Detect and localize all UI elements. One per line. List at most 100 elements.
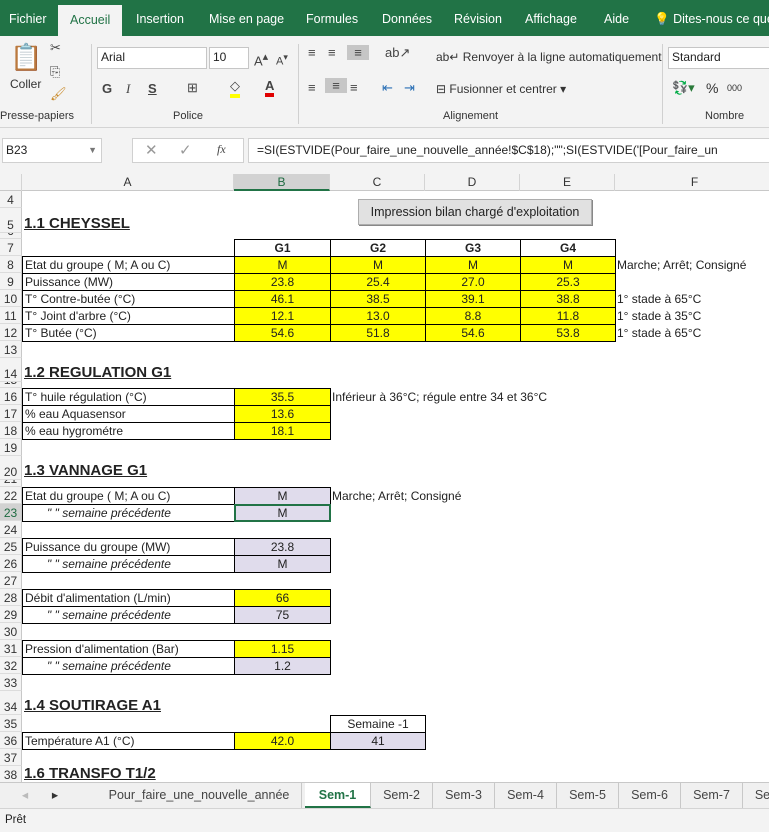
select-all-corner[interactable] [0,174,22,191]
cell-E10[interactable]: 38.8 [520,290,616,308]
cell-A32[interactable]: " " semaine précédente [22,657,235,675]
underline-button[interactable]: S [148,81,157,96]
wrap-text-button[interactable]: ab↵ Renvoyer à la ligne automatiquement [436,50,662,64]
tab-revision[interactable]: Révision [452,0,504,36]
cell-A17[interactable]: % eau Aquasensor [22,405,235,423]
cell-B10[interactable]: 46.1 [234,290,331,308]
row-header-23[interactable]: 23 [0,504,22,521]
row-header-29[interactable]: 29 [0,606,22,623]
cell-B7[interactable]: G1 [234,239,331,257]
increase-indent-icon[interactable]: ⇥ [404,80,415,96]
cell-D8[interactable]: M [425,256,521,274]
tab-donnees[interactable]: Données [380,0,434,36]
cell-A5[interactable]: 1.1 CHEYSSEL [22,208,352,234]
cell-E8[interactable]: M [520,256,616,274]
cell-D9[interactable]: 27.0 [425,273,521,291]
sheet-tab-sem-4[interactable]: Sem-4 [495,783,557,808]
cell-A38[interactable]: 1.6 TRANSFO T1/2 [22,765,352,782]
borders-icon[interactable]: ⊞ [187,80,198,96]
increase-font-icon[interactable]: A▴ [254,50,268,68]
cell-B31[interactable]: 1.15 [234,640,331,658]
cell-A18[interactable]: % eau hygrométre [22,422,235,440]
cell-C16[interactable]: Inférieur à 36°C; régule entre 34 et 36°… [330,388,630,406]
cell-C12[interactable]: 51.8 [330,324,426,342]
row-header-13[interactable]: 13 [0,341,22,358]
cell-C22[interactable]: Marche; Arrêt; Consigné [330,487,630,505]
cell-A36[interactable]: Température A1 (°C) [22,732,235,750]
sheet-tab-sem-7[interactable]: Sem-7 [681,783,743,808]
row-header-36[interactable]: 36 [0,732,22,749]
row-header-10[interactable]: 10 [0,290,22,307]
row-header-31[interactable]: 31 [0,640,22,657]
decrease-indent-icon[interactable]: ⇤ [382,80,393,96]
scroll-tabs-left-icon[interactable]: ◂ [10,783,40,808]
row-header-20[interactable]: 20 [0,456,22,480]
row-header-18[interactable]: 18 [0,422,22,439]
cell-F11[interactable]: 1° stade à 35°C [615,307,769,325]
tab-insertion[interactable]: Insertion [134,0,186,36]
cell-A34[interactable]: 1.4 SOUTIRAGE A1 [22,691,352,716]
row-header-25[interactable]: 25 [0,538,22,555]
row-header-34[interactable]: 34 [0,691,22,715]
font-size-select[interactable]: 10 [209,47,249,69]
row-header-5[interactable]: 5 [0,208,22,233]
cell-B18[interactable]: 18.1 [234,422,331,440]
row-header-30[interactable]: 30 [0,623,22,640]
cell-A14[interactable]: 1.2 REGULATION G1 [22,358,352,383]
tab-affichage[interactable]: Affichage [523,0,579,36]
row-header-37[interactable]: 37 [0,749,22,766]
cell-A16[interactable]: T° huile régulation (°C) [22,388,235,406]
align-left-icon[interactable]: ≡ [308,80,316,95]
cell-B22[interactable]: M [234,487,331,505]
cancel-icon[interactable]: ✕ [145,141,158,159]
row-header-4[interactable]: 4 [0,191,22,208]
align-bottom-icon[interactable]: ≡ [347,45,369,60]
cell-B26[interactable]: M [234,555,331,573]
row-header-24[interactable]: 24 [0,521,22,538]
cell-B28[interactable]: 66 [234,589,331,607]
cell-B23[interactable]: M [234,504,331,522]
font-name-select[interactable]: Arial [97,47,207,69]
cell-A11[interactable]: T° Joint d'arbre (°C) [22,307,235,325]
cell-A31[interactable]: Pression d'alimentation (Bar) [22,640,235,658]
column-header-D[interactable]: D [425,174,520,191]
row-header-27[interactable]: 27 [0,572,22,589]
decrease-font-icon[interactable]: A▾ [276,52,288,68]
cell-A8[interactable]: Etat du groupe ( M; A ou C) [22,256,235,274]
cell-B36[interactable]: 42.0 [234,732,331,750]
cell-B17[interactable]: 13.6 [234,405,331,423]
row-header-28[interactable]: 28 [0,589,22,606]
cell-B12[interactable]: 54.6 [234,324,331,342]
row-header-26[interactable]: 26 [0,555,22,572]
cell-A29[interactable]: " " semaine précédente [22,606,235,624]
tab-formules[interactable]: Formules [304,0,360,36]
row-header-32[interactable]: 32 [0,657,22,674]
cell-F12[interactable]: 1° stade à 65°C [615,324,769,342]
paste-button[interactable]: Coller [10,77,41,91]
column-header-A[interactable]: A [22,174,234,191]
row-header-21[interactable]: 21 [0,480,22,487]
cell-D12[interactable]: 54.6 [425,324,521,342]
scroll-tabs-right-icon[interactable]: ▸ [40,783,70,808]
thousands-button[interactable]: 000 [727,83,742,93]
cell-A10[interactable]: T° Contre-butée (°C) [22,290,235,308]
cell-B25[interactable]: 23.8 [234,538,331,556]
align-middle-icon[interactable]: ≡ [328,45,336,60]
tab-fichier[interactable]: Fichier [7,0,49,36]
row-header-22[interactable]: 22 [0,487,22,504]
percent-button[interactable]: % [706,80,718,96]
cell-E9[interactable]: 25.3 [520,273,616,291]
cell-B32[interactable]: 1.2 [234,657,331,675]
row-header-33[interactable]: 33 [0,674,22,691]
row-header-11[interactable]: 11 [0,307,22,324]
cell-D11[interactable]: 8.8 [425,307,521,325]
copy-icon[interactable]: ⎘ [50,64,60,80]
cell-F8[interactable]: Marche; Arrêt; Consigné [615,256,769,274]
italic-button[interactable]: I [126,81,130,97]
cell-E12[interactable]: 53.8 [520,324,616,342]
cell-B9[interactable]: 23.8 [234,273,331,291]
sheet-tab-sem-6[interactable]: Sem-6 [619,783,681,808]
column-header-C[interactable]: C [330,174,425,191]
cell-A12[interactable]: T° Butée (°C) [22,324,235,342]
enter-icon[interactable]: ✓ [179,141,192,159]
